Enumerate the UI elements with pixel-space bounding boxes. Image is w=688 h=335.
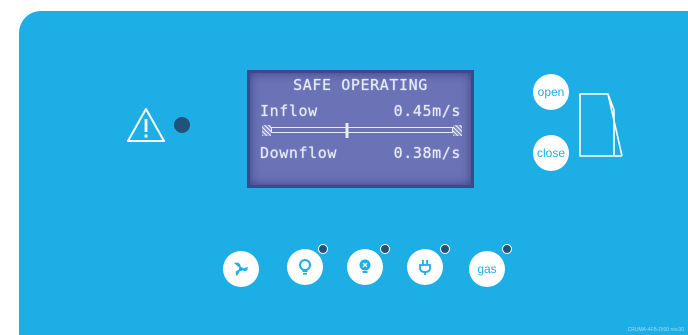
bar-end-left [262,125,271,136]
sash-open-button[interactable]: open [533,74,569,110]
inflow-row: Inflow 0.45m/s [250,102,471,120]
downflow-label: Downflow [260,144,338,162]
inflow-value: 0.45m/s [393,102,461,120]
downflow-row: Downflow 0.38m/s [250,144,471,162]
light-bulb-icon [299,259,311,275]
fan-button[interactable] [223,251,259,287]
bar-track [271,127,453,133]
lcd-display: SAFE OPERATING Inflow 0.45m/s Downflow 0… [247,70,474,188]
status-text: SAFE OPERATING [293,76,428,94]
sash-close-button[interactable]: close [533,135,569,171]
inflow-label: Inflow [260,102,318,120]
gas-button[interactable]: gas [469,251,505,287]
alarm-indicator-led [174,117,190,133]
balance-marker [345,123,349,138]
uv-lamp-button[interactable] [347,249,383,285]
model-code: CRUMA-4FB-DI00 rev.00 [627,327,684,333]
warning-icon [127,108,165,142]
downflow-value: 0.38m/s [393,144,461,162]
fan-icon [234,262,248,276]
uv-indicator-led [380,244,390,254]
gas-indicator-led [502,244,512,254]
light-indicator-led [318,244,328,254]
light-button[interactable] [287,249,323,285]
bar-end-right [453,125,462,136]
power-plug-icon [419,260,431,275]
socket-indicator-led [440,244,450,254]
socket-button[interactable] [407,249,443,285]
sash-window-icon [579,93,623,157]
uv-lamp-icon [359,259,371,273]
airflow-balance-bar [262,123,462,138]
